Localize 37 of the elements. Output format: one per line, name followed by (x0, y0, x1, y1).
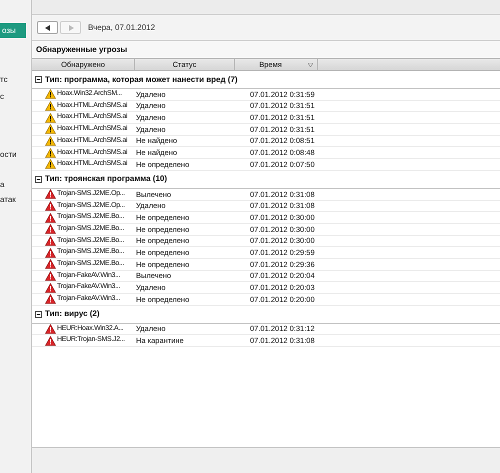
warning-icon (45, 112, 56, 123)
sidebar-item[interactable]: озы (0, 23, 26, 38)
sidebar-item[interactable]: с (0, 91, 31, 103)
back-arrow-icon (44, 24, 50, 30)
sidebar-item[interactable]: атак (0, 194, 31, 206)
group-title: Тип: программа, которая может нанести вред (7) (45, 74, 238, 86)
alert-icon (45, 336, 56, 346)
alert-icon (45, 294, 56, 304)
warning-icon (45, 101, 56, 112)
date-label: Вчера, 07.01.2012 (88, 22, 156, 34)
alert-icon (45, 200, 56, 211)
alert-icon (45, 259, 56, 270)
alert-icon (45, 324, 56, 334)
alert-icon (45, 282, 56, 293)
alert-icon (45, 270, 56, 281)
panel-title: Обнаруженные угрозы (36, 44, 128, 56)
alert-icon (45, 189, 56, 200)
warning-icon (45, 148, 56, 158)
alert-icon (45, 248, 56, 258)
sidebar-item[interactable]: а (0, 179, 31, 191)
group-title: Тип: вирус (2) (45, 308, 100, 320)
forward-arrow-icon (68, 24, 74, 30)
warning-icon (45, 136, 56, 146)
group-title: Тип: троянская программа (10) (45, 173, 167, 186)
warning-icon (45, 159, 56, 170)
collapse-icon[interactable] (35, 176, 42, 183)
sidebar-item[interactable]: ости (0, 149, 31, 161)
alert-icon (45, 236, 56, 246)
warning-icon (45, 89, 56, 100)
collapse-icon[interactable] (35, 76, 42, 83)
sidebar-item[interactable]: тс (0, 74, 31, 86)
sort-icon (308, 62, 313, 66)
alert-icon (45, 224, 56, 234)
back-button[interactable] (37, 21, 58, 34)
alert-icon (45, 212, 56, 223)
warning-icon (45, 124, 56, 134)
collapse-icon[interactable] (35, 310, 42, 318)
